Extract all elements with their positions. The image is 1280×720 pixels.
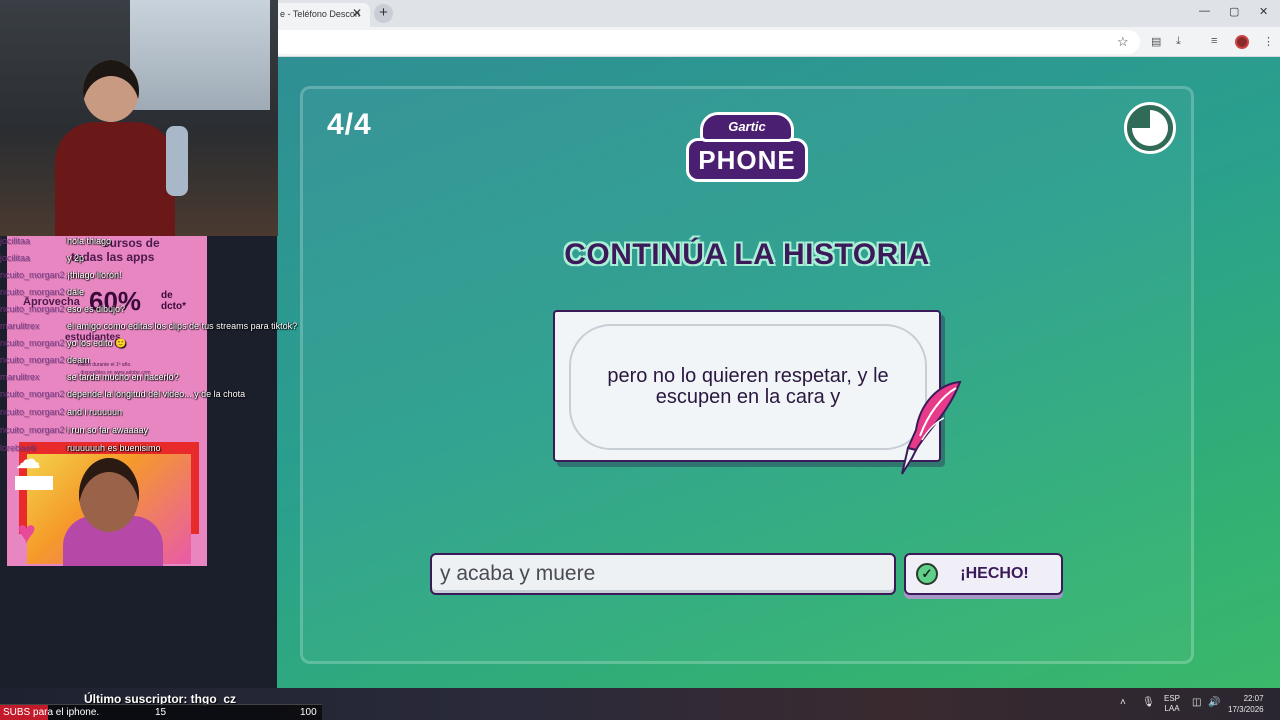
volume-icon[interactable]: 🔊 bbox=[1208, 697, 1220, 708]
chat-text: hola thiago bbox=[67, 236, 112, 246]
logo-main-text: PHONE bbox=[686, 138, 808, 182]
promo-line-1: cursos de bbox=[103, 236, 160, 250]
chat-text: se tarda mucho en hacerlo? bbox=[67, 372, 179, 382]
chat-username: ncuito_morgan2 bbox=[0, 338, 65, 348]
story-answer-input[interactable] bbox=[430, 553, 896, 595]
heart-icon: ♥ bbox=[17, 514, 36, 550]
chat-username: ncuito_morgan2 bbox=[0, 304, 65, 314]
chat-text: dale bbox=[67, 287, 85, 297]
webcam-shirt bbox=[55, 122, 175, 236]
lang-top: ESP bbox=[1164, 694, 1181, 703]
chat-username: ncuito_morgan2 bbox=[0, 270, 65, 280]
clock-date: 17/3/2026 bbox=[1228, 705, 1264, 714]
chat-text: and i ruuuuun bbox=[67, 407, 123, 417]
wifi-icon[interactable]: ◫ bbox=[1192, 697, 1201, 708]
chat-username: marulitrex bbox=[0, 321, 40, 331]
webcam-head bbox=[83, 60, 139, 122]
webcam-person bbox=[55, 60, 175, 236]
chevron-up-icon[interactable]: ˄ bbox=[1120, 697, 1126, 708]
subs-goal: 100 bbox=[300, 707, 317, 718]
translate-icon[interactable]: ▤ bbox=[1151, 35, 1161, 48]
webcam-feed bbox=[0, 0, 278, 236]
promo-discount: de dcto* bbox=[161, 290, 186, 312]
promo-box bbox=[15, 476, 53, 490]
maximize-icon[interactable]: ▢ bbox=[1229, 5, 1239, 18]
window-close-icon[interactable]: ✕ bbox=[1259, 5, 1268, 18]
webcam-bottle bbox=[166, 126, 188, 196]
chat-text: deam bbox=[67, 355, 90, 365]
chat-username: ncuito_morgan2 bbox=[0, 355, 65, 365]
chat-text: y 2p bbox=[67, 253, 85, 263]
done-button-label: ¡HECHO! bbox=[960, 565, 1029, 582]
media-icon[interactable]: ≡ bbox=[1211, 35, 1217, 47]
system-clock[interactable]: 22:07 17/3/2026 bbox=[1228, 693, 1264, 715]
chat-text: el amigo como editas los clips de tus st… bbox=[67, 321, 298, 331]
chat-username: jocilitaa bbox=[0, 253, 31, 263]
chat-text: yo los edito 🙂 bbox=[67, 338, 127, 348]
chat-username: ncuito_morgan2 bbox=[0, 287, 65, 297]
mic-icon[interactable]: 🎙 bbox=[1142, 697, 1155, 708]
chat-username: jocilitaa bbox=[0, 236, 31, 246]
subs-goal-bar: SUBS para el iphone. 15 100 bbox=[0, 704, 322, 720]
star-icon[interactable]: ☆ bbox=[1117, 34, 1129, 50]
lang-bottom: LAA bbox=[1164, 704, 1180, 713]
chat-text: depende la longitud del video... y de la… bbox=[67, 389, 246, 399]
story-card-inner: pero no lo quieren respetar, y le escupe… bbox=[569, 324, 927, 450]
new-tab-button[interactable]: + bbox=[374, 4, 393, 23]
chat-username: ncuito_morgan2 bbox=[0, 425, 65, 435]
download-icon[interactable]: ⤓ bbox=[1176, 35, 1181, 48]
chat-text: ruuuuuuh es buenisimo bbox=[67, 443, 161, 453]
timer-face bbox=[1132, 110, 1168, 146]
round-counter: 4/4 bbox=[327, 108, 372, 141]
tab-close-icon[interactable]: ✕ bbox=[352, 6, 362, 20]
subs-goal-label: SUBS para el iphone. bbox=[3, 707, 100, 718]
chat-username: lorebaelli bbox=[0, 443, 37, 453]
menu-icon[interactable]: ⋮ bbox=[1263, 35, 1274, 48]
story-prompt: pero no lo quieren respetar, y le escupe… bbox=[607, 365, 889, 408]
timer-icon bbox=[1124, 102, 1176, 154]
address-bar[interactable] bbox=[270, 30, 1140, 54]
done-button[interactable]: ✓ ¡HECHO! bbox=[904, 553, 1063, 595]
promo-face bbox=[79, 458, 139, 532]
gartic-phone-logo: PHONE Gartic bbox=[686, 112, 808, 184]
chat-username: ncuito_morgan2 bbox=[0, 389, 65, 399]
chat-text: eso es dibujo? bbox=[67, 304, 126, 314]
page-title: CONTINÚA LA HISTORIA bbox=[564, 238, 930, 271]
chat-username: marulitrex bbox=[0, 372, 40, 382]
story-card: pero no lo quieren respetar, y le escupe… bbox=[553, 310, 941, 462]
profile-avatar[interactable] bbox=[1235, 35, 1249, 49]
logo-top-text: Gartic bbox=[700, 112, 794, 142]
minimize-icon[interactable]: — bbox=[1199, 5, 1210, 17]
check-icon: ✓ bbox=[916, 563, 938, 585]
subs-current: 15 bbox=[155, 707, 167, 718]
chat-text: i run so far awaaaay bbox=[67, 425, 149, 435]
clock-time: 22:07 bbox=[1243, 694, 1264, 703]
tab-title: e - Teléfono Descon bbox=[280, 9, 360, 19]
chat-text: ¡thiago llorón! bbox=[67, 270, 122, 280]
chat-username: ncuito_morgan2 bbox=[0, 407, 65, 417]
language-indicator[interactable]: ESP LAA bbox=[1164, 694, 1180, 714]
quill-icon bbox=[901, 380, 962, 475]
